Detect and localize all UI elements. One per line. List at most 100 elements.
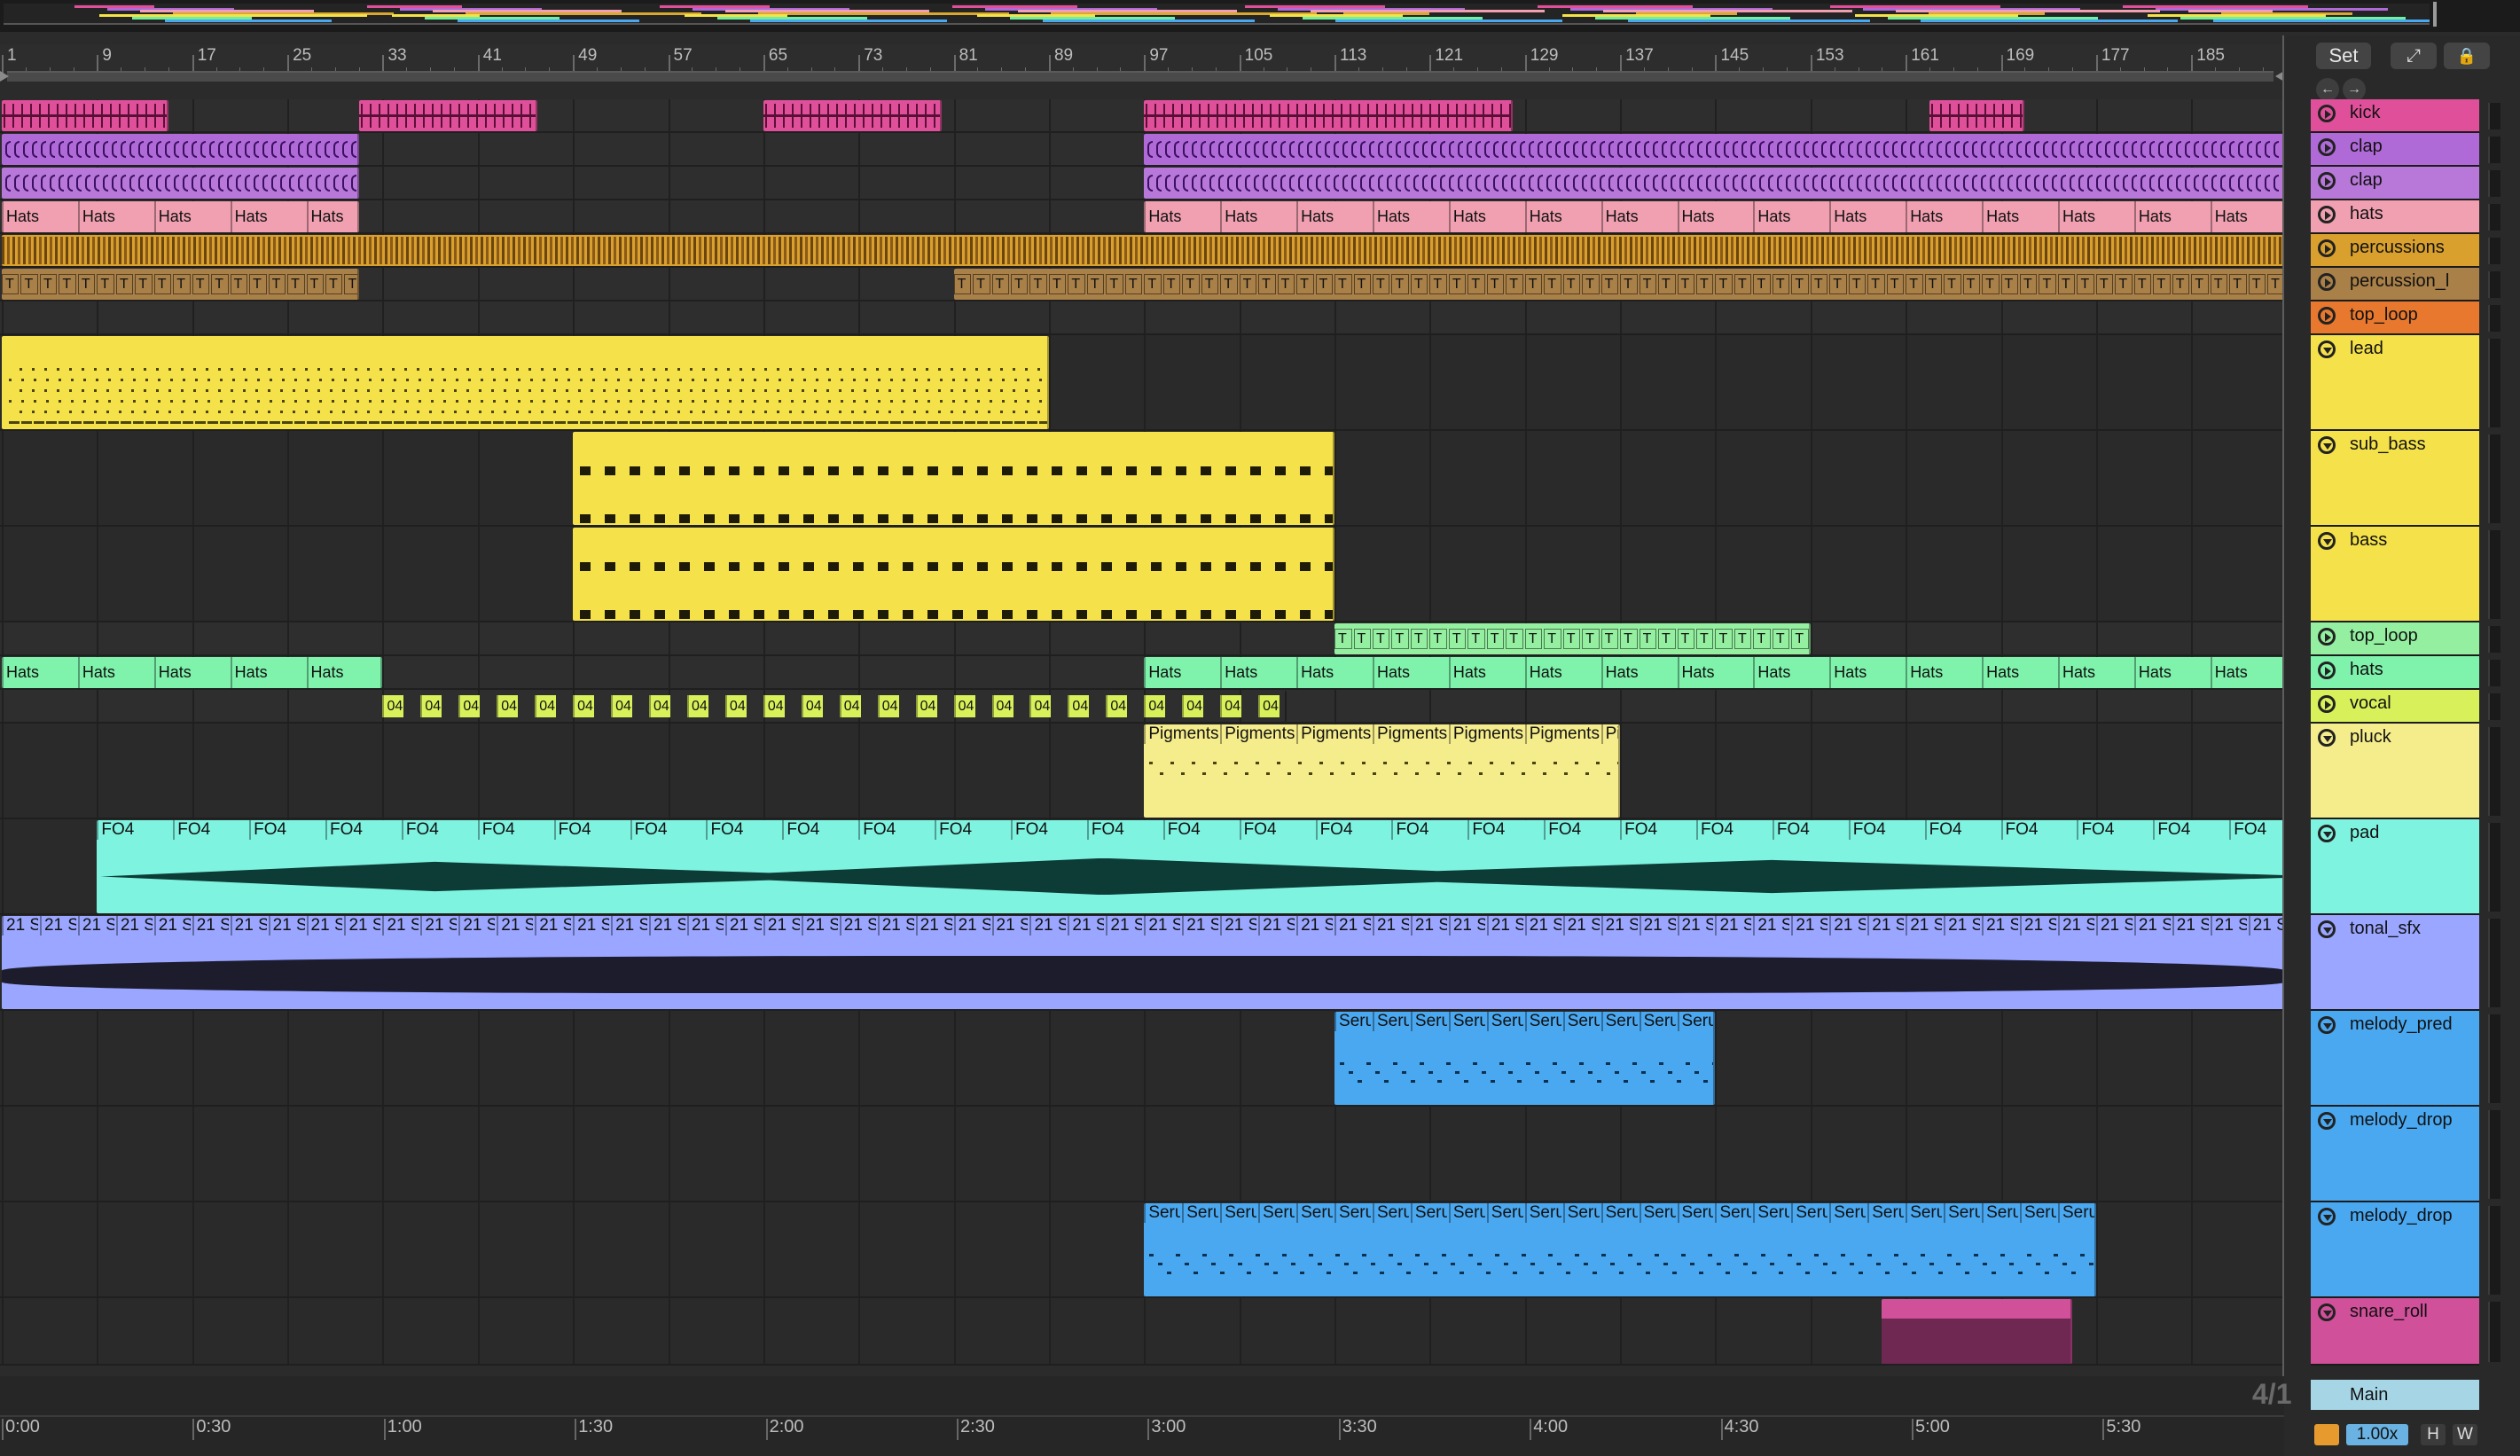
clip[interactable]: 21 SFX - Sc21 SFX - Sc21 SFX - Sc21 SFX …: [2, 916, 2284, 1009]
overview-strip[interactable]: [0, 0, 2520, 32]
clip[interactable]: [763, 100, 943, 131]
clip[interactable]: [1144, 100, 1514, 131]
track-lane-hats[interactable]: Hats Hats Hats Hats Hats Hats Hats Hats Hats Hats…: [0, 656, 2284, 690]
track-fold-icon[interactable]: [2318, 172, 2336, 190]
clip[interactable]: [358, 100, 537, 131]
time-ruler[interactable]: 0:00 0:30 1:00 1:30 2:00 2:30 3:00 3:30 4:00 4:30…: [0, 1415, 2284, 1456]
clip[interactable]: SerumSerumSerumSerumSerumSerumSerumSerum…: [1334, 1012, 1716, 1105]
track-header-top_loop[interactable]: top_loop: [2311, 622, 2479, 656]
expand-icon[interactable]: ⤢: [2391, 43, 2437, 69]
track-header-snare_roll[interactable]: snare_roll: [2311, 1298, 2479, 1366]
clip[interactable]: [1144, 134, 2284, 165]
clip[interactable]: Pigments Pigments Pigments Pigments Pigments…: [1144, 724, 1621, 818]
track-fold-down-icon[interactable]: [2318, 436, 2336, 454]
lock-icon[interactable]: 🔒: [2444, 43, 2490, 69]
set-button[interactable]: Set: [2316, 43, 2371, 69]
track-lane-pluck[interactable]: Pigments Pigments Pigments Pigments Pigments…: [0, 724, 2284, 819]
track-lane-melody_pred[interactable]: SerumSerumSerumSerumSerumSerumSerumSerum…: [0, 1011, 2284, 1107]
zoom-height-button[interactable]: H: [2421, 1424, 2446, 1445]
track-header-tonal_sfx[interactable]: tonal_sfx: [2311, 915, 2479, 1011]
track-fold-down-icon[interactable]: [2318, 532, 2336, 550]
track-fold-icon[interactable]: [2318, 695, 2336, 713]
track-fold-down-icon[interactable]: [2318, 825, 2336, 842]
clip[interactable]: FO4 FO4 FO4 FO4 FO4 FO4 FO4 FO4 FO4 FO4 FO4 FO4 FO4 F…: [97, 820, 2284, 913]
clip[interactable]: [1882, 1299, 2073, 1364]
clip[interactable]: [1929, 100, 2025, 131]
clip[interactable]: Hats Hats Hats Hats Hats: [2, 201, 359, 232]
clip[interactable]: [573, 528, 1335, 621]
zoom-width-button[interactable]: W: [2453, 1424, 2477, 1445]
track-header-clap[interactable]: clap: [2311, 133, 2479, 167]
track-lane-sub_bass[interactable]: [0, 431, 2284, 527]
track-lanes[interactable]: Hats Hats Hats Hats Hats Hats Hats Hats Hats Hats…: [0, 99, 2284, 1376]
track-lane-bass[interactable]: [0, 527, 2284, 622]
overview-scroll-handle[interactable]: [2433, 2, 2437, 27]
track-header-melody_pred[interactable]: melody_pred: [2311, 1011, 2479, 1107]
clip[interactable]: Hats Hats Hats Hats Hats: [2, 657, 383, 688]
clip[interactable]: [2, 235, 2284, 266]
track-lane-pad[interactable]: FO4 FO4 FO4 FO4 FO4 FO4 FO4 FO4 FO4 FO4 FO4 FO4 FO4 F…: [0, 819, 2284, 915]
clip[interactable]: [1144, 168, 2284, 199]
track-fold-down-icon[interactable]: [2318, 1016, 2336, 1034]
waveform-icon[interactable]: [2314, 1424, 2339, 1445]
overview-thumbnail[interactable]: [4, 4, 2430, 25]
track-fold-icon[interactable]: [2318, 661, 2336, 679]
track-lane-top_loop[interactable]: TTTTTTTTTTTTTTTTTTTTTTTTTTTTTTTTTTTTTTTT…: [0, 622, 2284, 656]
track-lane-tonal_sfx[interactable]: 21 SFX - Sc21 SFX - Sc21 SFX - Sc21 SFX …: [0, 915, 2284, 1011]
back-arrow-icon[interactable]: ←: [2316, 78, 2339, 101]
track-lane-hats[interactable]: Hats Hats Hats Hats Hats Hats Hats Hats Hats Hats…: [0, 200, 2284, 234]
track-header-vocal[interactable]: vocal: [2311, 690, 2479, 724]
clip[interactable]: [2, 336, 1049, 429]
clip[interactable]: 04 04 04 04 04 04 04 04 04 04 04 04 04 04 04 04 04 04 04 04…: [382, 691, 1287, 722]
clip[interactable]: TTTTTTTTTTTTTTTTTTTTTTTTTT: [1334, 623, 1811, 654]
track-header-melody_drop[interactable]: melody_drop: [2311, 1202, 2479, 1298]
clip[interactable]: [2, 100, 168, 131]
track-header-pad[interactable]: pad: [2311, 819, 2479, 915]
track-lane-snare_roll[interactable]: [0, 1298, 2284, 1366]
track-header-pluck[interactable]: pluck: [2311, 724, 2479, 819]
loop-start-marker[interactable]: [0, 71, 9, 82]
clip[interactable]: Hats Hats Hats Hats Hats Hats Hats Hats Hats Hats…: [1144, 201, 2284, 232]
track-header-top_loop[interactable]: top_loop: [2311, 301, 2479, 335]
track-header-lead[interactable]: lead: [2311, 335, 2479, 431]
track-header-kick[interactable]: kick: [2311, 99, 2479, 133]
track-header-hats[interactable]: hats: [2311, 200, 2479, 234]
track-fold-icon[interactable]: [2318, 206, 2336, 223]
clip[interactable]: [2, 168, 359, 199]
track-header-main[interactable]: Main: [2311, 1380, 2479, 1410]
track-lane-melody_drop[interactable]: SerumSerumSerumSerumSerumSerumSerumSerum…: [0, 1107, 2284, 1202]
forward-arrow-icon[interactable]: →: [2343, 78, 2366, 101]
track-lane-vocal[interactable]: 04 04 04 04 04 04 04 04 04 04 04 04 04 04 04 04 04 04 04 04…: [0, 690, 2284, 724]
track-lane-kick[interactable]: [0, 99, 2284, 133]
track-lane-clap[interactable]: [0, 167, 2284, 200]
track-fold-icon[interactable]: [2318, 239, 2336, 257]
clip[interactable]: SerumSerumSerumSerumSerumSerumSerumSerum…: [1144, 1203, 2096, 1296]
clip[interactable]: TTTTTTTTTTTTTTTTTTT: [2, 269, 359, 300]
track-fold-icon[interactable]: [2318, 307, 2336, 325]
clip[interactable]: Hats Hats Hats Hats Hats Hats Hats Hats Hats Hats…: [1144, 657, 2284, 688]
track-header-percussion_l[interactable]: percussion_l: [2311, 268, 2479, 301]
track-lane-top_loop[interactable]: TTTTTTTTTTTTTTTTTTTTT: [0, 301, 2284, 335]
track-fold-icon[interactable]: [2318, 628, 2336, 646]
track-header-sub_bass[interactable]: sub_bass: [2311, 431, 2479, 527]
track-fold-icon[interactable]: [2318, 273, 2336, 291]
clip[interactable]: TTTTTTTTTTTTTTTTTTTTTTTTTTTTTTTTTTTTTTTT…: [953, 269, 2284, 300]
track-fold-down-icon[interactable]: [2318, 1208, 2336, 1225]
clip[interactable]: [2, 134, 359, 165]
track-fold-down-icon[interactable]: [2318, 1112, 2336, 1130]
track-header-clap[interactable]: clap: [2311, 167, 2479, 200]
track-header-melody_drop[interactable]: melody_drop: [2311, 1107, 2479, 1202]
track-fold-down-icon[interactable]: [2318, 1303, 2336, 1321]
track-lane-clap[interactable]: [0, 133, 2284, 167]
clip[interactable]: [573, 432, 1335, 525]
track-fold-icon[interactable]: [2318, 138, 2336, 156]
track-header-hats[interactable]: hats: [2311, 656, 2479, 690]
track-fold-down-icon[interactable]: [2318, 341, 2336, 358]
track-fold-down-icon[interactable]: [2318, 729, 2336, 747]
track-header-percussions[interactable]: percussions: [2311, 234, 2479, 268]
track-fold-down-icon[interactable]: [2318, 920, 2336, 938]
zoom-value[interactable]: 1.00x: [2346, 1424, 2408, 1445]
track-lane-lead[interactable]: [0, 335, 2284, 431]
track-lane-percussion_l[interactable]: TTTTTTTTTTTTTTTTTTTTTTTTTTTTTTTTTTTTTTTT…: [0, 268, 2284, 301]
track-lane-melody_drop[interactable]: SerumSerumSerumSerumSerumSerumSerumSerum…: [0, 1202, 2284, 1298]
